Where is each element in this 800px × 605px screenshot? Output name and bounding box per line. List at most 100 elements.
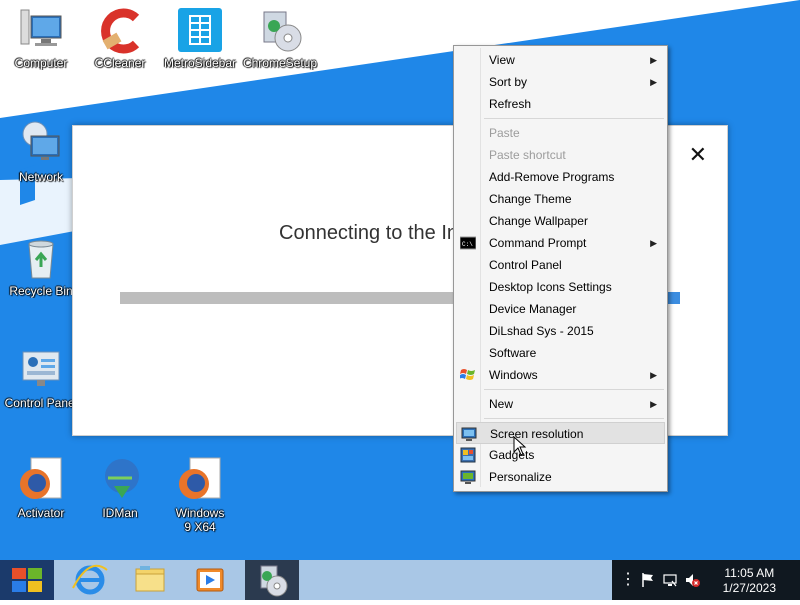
desktop-icon-label: Activator bbox=[17, 506, 65, 520]
command-prompt-icon: C:\ bbox=[460, 236, 476, 250]
menu-item-label: New bbox=[489, 397, 514, 411]
submenu-arrow-icon: ▶ bbox=[650, 399, 657, 409]
desktop-icon-label: CCleaner bbox=[94, 56, 146, 70]
clock-date: 1/27/2023 bbox=[722, 581, 776, 595]
network-icon[interactable] bbox=[662, 572, 678, 588]
menu-item-label: Paste bbox=[489, 126, 520, 140]
desktop-icon-label: Control Panel bbox=[4, 396, 78, 410]
menu-item-label: View bbox=[489, 53, 515, 67]
menu-item-label: Change Wallpaper bbox=[489, 214, 588, 228]
menu-item-add-remove-programs[interactable]: Add-Remove Programs bbox=[456, 166, 665, 188]
menu-item-label: Gadgets bbox=[489, 448, 535, 462]
menu-item-refresh[interactable]: Refresh bbox=[456, 93, 665, 115]
chrome-setup-icon bbox=[263, 11, 302, 52]
desktop-icon-chromesetup[interactable]: ChromeSetup bbox=[242, 6, 318, 70]
volume-muted-icon[interactable] bbox=[684, 572, 700, 588]
progress-fill bbox=[120, 292, 456, 304]
firefox-icon bbox=[179, 457, 221, 499]
desktop-icon-idman[interactable]: IDMan bbox=[82, 456, 158, 520]
taskbar-media-player[interactable] bbox=[183, 560, 237, 600]
menu-item-label: Control Panel bbox=[489, 258, 562, 272]
menu-item-label: Software bbox=[489, 346, 537, 360]
menu-item-command-prompt[interactable]: C:\ Command Prompt ▶ bbox=[456, 232, 665, 254]
submenu-arrow-icon: ▶ bbox=[650, 370, 657, 380]
submenu-arrow-icon: ▶ bbox=[650, 77, 657, 87]
menu-item-label: Change Theme bbox=[489, 192, 572, 206]
taskbar-clock[interactable]: 11:05 AM 1/27/2023 bbox=[723, 566, 776, 596]
menu-item-label: Personalize bbox=[489, 470, 552, 484]
svg-text:C:\: C:\ bbox=[462, 241, 473, 248]
control-panel-icon bbox=[22, 351, 60, 386]
menu-item-dilshad-sys[interactable]: DiLshad Sys - 2015 bbox=[456, 320, 665, 342]
personalize-icon bbox=[460, 470, 476, 484]
menu-item-paste: Paste bbox=[456, 122, 665, 144]
windows-start-icon bbox=[12, 568, 42, 592]
desktop-icon-activator[interactable]: Activator bbox=[3, 456, 79, 520]
internet-explorer-icon bbox=[72, 564, 108, 595]
desktop-icon-label: ChromeSetup bbox=[242, 56, 318, 70]
media-player-icon bbox=[196, 568, 224, 592]
network-icon bbox=[22, 121, 60, 160]
idman-icon bbox=[105, 459, 139, 498]
taskbar-chrome-setup[interactable] bbox=[245, 560, 299, 600]
menu-item-label: Sort by bbox=[489, 75, 528, 89]
progress-indicator bbox=[668, 292, 680, 304]
desktop-icon-windows9[interactable]: Windows 9 X64 bbox=[162, 456, 238, 534]
submenu-arrow-icon: ▶ bbox=[650, 55, 657, 65]
computer-icon bbox=[20, 9, 62, 46]
menu-item-label: Screen resolution bbox=[490, 427, 584, 441]
menu-item-new[interactable]: New ▶ bbox=[456, 393, 665, 415]
desktop-context-menu: View ▶ Sort by ▶ Refresh Paste Paste sho… bbox=[453, 45, 668, 492]
desktop-icon-label: Windows 9 X64 bbox=[175, 506, 225, 534]
action-center-flag-icon[interactable] bbox=[640, 572, 656, 588]
menu-item-label: Desktop Icons Settings bbox=[489, 280, 612, 294]
menu-item-label: Device Manager bbox=[489, 302, 577, 316]
menu-item-change-theme[interactable]: Change Theme bbox=[456, 188, 665, 210]
desktop-icon-control-panel[interactable]: Control Panel bbox=[3, 346, 79, 410]
desktop-icon-recycle-bin[interactable]: Recycle Bin bbox=[3, 234, 79, 298]
menu-item-gadgets[interactable]: Gadgets bbox=[456, 444, 665, 466]
menu-item-device-manager[interactable]: Device Manager bbox=[456, 298, 665, 320]
menu-item-desktop-icons-settings[interactable]: Desktop Icons Settings bbox=[456, 276, 665, 298]
close-icon[interactable]: ✕ bbox=[689, 144, 707, 166]
menu-item-label: DiLshad Sys - 2015 bbox=[489, 324, 594, 338]
screen-resolution-icon bbox=[461, 427, 477, 441]
desktop-icon-label: Network bbox=[18, 170, 63, 184]
mouse-cursor-icon bbox=[513, 436, 527, 456]
menu-item-sort-by[interactable]: Sort by ▶ bbox=[456, 71, 665, 93]
menu-separator bbox=[484, 418, 664, 419]
desktop-icon-metrosidebar[interactable]: MetroSidebar bbox=[162, 6, 238, 70]
menu-item-personalize[interactable]: Personalize bbox=[456, 466, 665, 488]
recycle-bin-icon bbox=[28, 240, 54, 279]
menu-item-label: Add-Remove Programs bbox=[489, 170, 615, 184]
desktop-icon-label: Recycle Bin bbox=[9, 284, 73, 298]
firefox-icon bbox=[20, 457, 62, 499]
menu-item-paste-shortcut: Paste shortcut bbox=[456, 144, 665, 166]
desktop-icon-ccleaner[interactable]: CCleaner bbox=[82, 6, 158, 70]
desktop-icon-label: IDMan bbox=[102, 506, 138, 520]
desktop-icon-computer[interactable]: Computer bbox=[3, 6, 79, 70]
menu-separator bbox=[484, 118, 664, 119]
desktop-icon-network[interactable]: Network bbox=[3, 120, 79, 184]
taskbar: ⋮ 11:05 AM 1/27/2023 bbox=[0, 560, 800, 600]
chrome-setup-icon bbox=[260, 565, 288, 597]
menu-item-change-wallpaper[interactable]: Change Wallpaper bbox=[456, 210, 665, 232]
menu-item-control-panel[interactable]: Control Panel bbox=[456, 254, 665, 276]
menu-item-label: Command Prompt bbox=[489, 236, 587, 250]
show-hidden-icon[interactable]: ⋮ bbox=[620, 572, 636, 588]
windows-logo-icon bbox=[460, 369, 475, 380]
menu-item-windows[interactable]: Windows ▶ bbox=[456, 364, 665, 386]
menu-item-label: Refresh bbox=[489, 97, 532, 111]
start-button[interactable] bbox=[0, 560, 54, 600]
connection-status-text: Connecting to the In bbox=[279, 222, 459, 244]
submenu-arrow-icon: ▶ bbox=[650, 238, 657, 248]
menu-item-screen-resolution[interactable]: Screen resolution bbox=[456, 422, 665, 444]
ccleaner-icon bbox=[101, 8, 140, 54]
menu-item-software[interactable]: Software bbox=[456, 342, 665, 364]
system-tray: ⋮ 11:05 AM 1/27/2023 bbox=[612, 560, 800, 600]
taskbar-file-explorer[interactable] bbox=[123, 560, 177, 600]
gadgets-icon bbox=[460, 447, 476, 463]
menu-item-view[interactable]: View ▶ bbox=[456, 49, 665, 71]
desktop-icon-label: Computer bbox=[14, 56, 68, 70]
taskbar-internet-explorer[interactable] bbox=[63, 560, 117, 600]
